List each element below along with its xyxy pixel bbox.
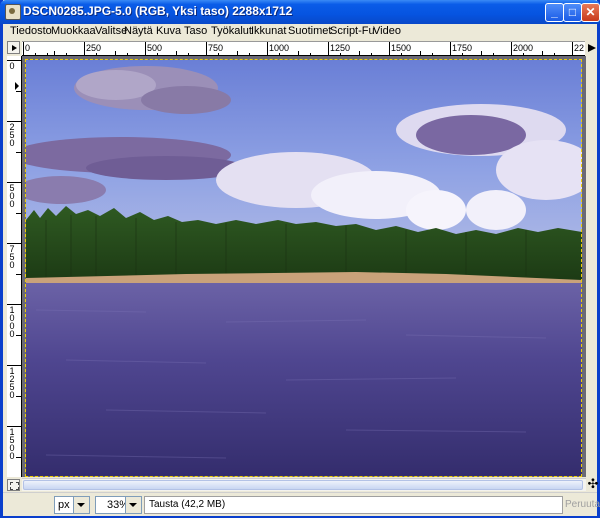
hruler-label-1500: 1500 [391,43,411,53]
chevron-down-icon[interactable] [73,497,89,513]
unit-value: px [58,499,70,511]
menu-muokkaa[interactable]: Muokkaa [51,25,96,37]
hruler-label-1750: 1750 [452,43,472,53]
menu-ikkunat[interactable]: Ikkunat [251,25,286,37]
hruler-label-250: 250 [86,43,101,53]
vruler-label-750: 750 [9,244,15,270]
maximize-button[interactable]: □ [563,3,582,22]
menu-tyokalut[interactable]: Työkalut [211,25,252,37]
menu-script-fu[interactable]: Script-Fu [330,25,375,37]
hruler-label-500: 500 [147,43,162,53]
menu-kuva[interactable]: Kuva [156,25,181,37]
move-cross-icon[interactable]: ✣ [587,477,599,490]
vertical-ruler[interactable]: 0 250 500 750 1000 1250 1500 [7,56,22,477]
status-bar: px 33% Tausta (42,2 MB) Peruuta [3,492,600,516]
menu-taso[interactable]: Taso [184,25,207,37]
menu-tiedosto[interactable]: Tiedosto [10,25,52,37]
horizontal-scrollbar[interactable] [22,478,586,491]
unit-selector[interactable]: px [54,496,90,514]
layer-status: Tausta (42,2 MB) [144,496,563,514]
hruler-label-2000: 2000 [513,43,533,53]
gimp-image-icon [5,4,21,20]
vruler-label-250: 250 [9,122,15,148]
menu-nayta[interactable]: Näytä [124,25,153,37]
window-title: DSCN0285.JPG-5.0 (RGB, Yksi taso) 2288x1… [23,4,293,18]
hruler-label-1000: 1000 [269,43,289,53]
hruler-label-750: 750 [208,43,223,53]
photo-image [26,60,582,476]
menu-bar: Tiedosto Muokkaa Valitse Näytä Kuva Taso… [3,24,597,40]
image-window: DSCN0285.JPG-5.0 (RGB, Yksi taso) 2288x1… [0,0,600,518]
minimize-button[interactable]: _ [545,3,564,22]
close-button[interactable]: ✕ [581,3,600,22]
ruler-end-arrow-icon [588,44,596,52]
vruler-label-500: 500 [9,183,15,209]
hruler-label-1250: 1250 [330,43,350,53]
menu-suotimet[interactable]: Suotimet [288,25,331,37]
hruler-label-0: 0 [25,43,30,53]
horizontal-ruler[interactable]: 0 250 500 750 1000 1250 1500 1750 2000 2… [22,41,585,56]
title-bar[interactable]: DSCN0285.JPG-5.0 (RGB, Yksi taso) 2288x1… [0,0,600,24]
chevron-down-icon[interactable] [125,497,141,513]
menu-video[interactable]: Video [373,25,401,37]
vruler-label-1500: 1500 [9,427,15,461]
image-menu-button[interactable] [7,41,20,54]
menu-valitse[interactable]: Valitse [95,25,127,37]
zoom-selector[interactable]: 33% [95,496,142,514]
vruler-label-0: 0 [9,61,15,71]
hruler-label-22: 22 [574,43,584,53]
vruler-label-1250: 1250 [9,366,15,400]
quickmask-icon[interactable] [7,479,20,491]
image-canvas[interactable] [22,56,586,477]
vruler-label-1000: 1000 [9,305,15,339]
scrollbar-thumb[interactable] [23,480,583,490]
cancel-button[interactable]: Peruuta [565,496,600,514]
